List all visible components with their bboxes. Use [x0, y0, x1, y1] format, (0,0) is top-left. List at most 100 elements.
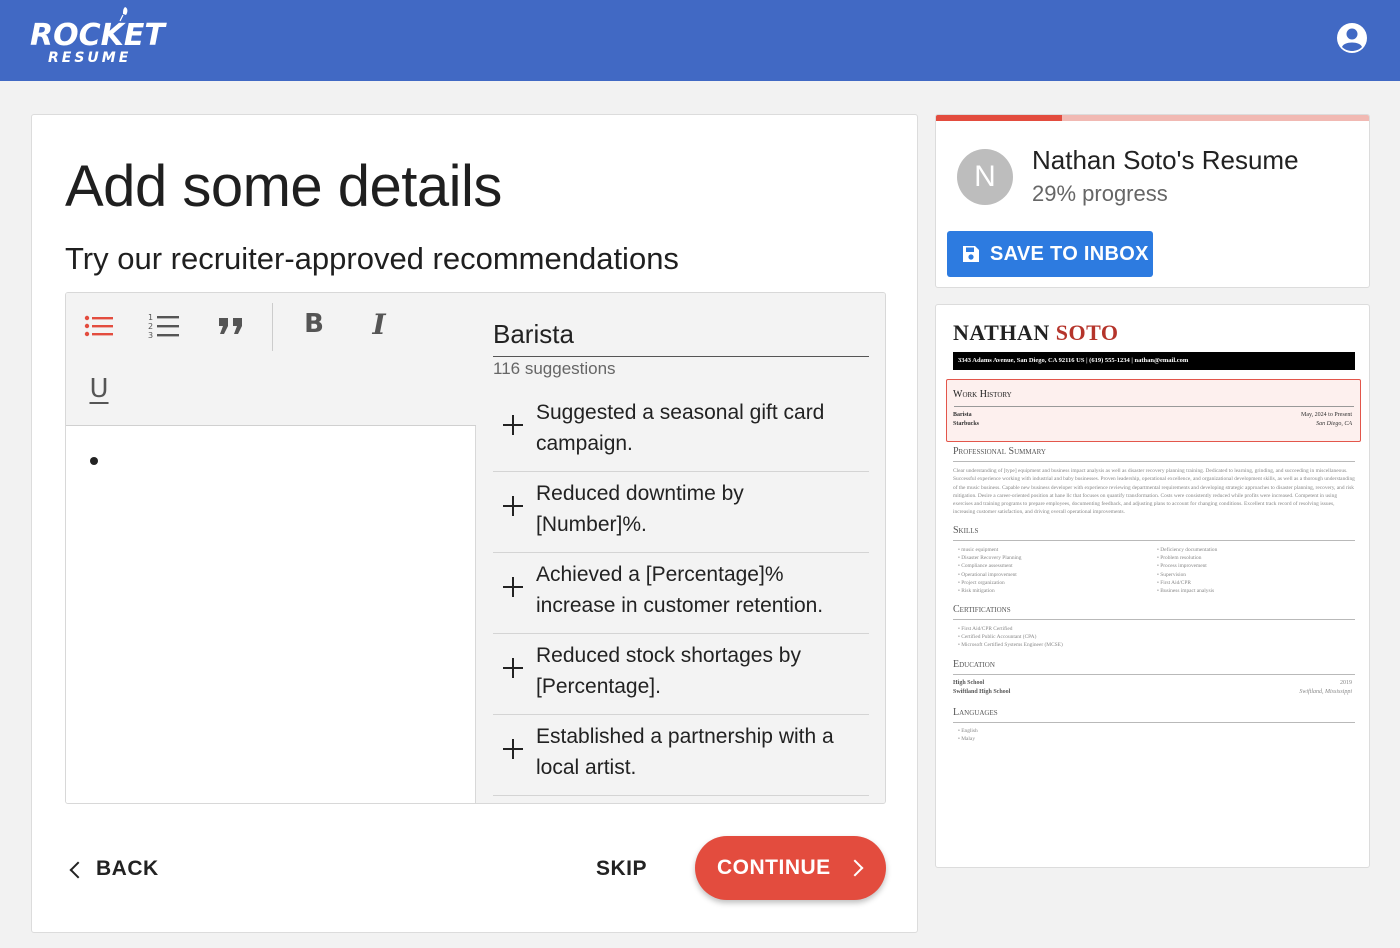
preview-name: NATHAN SOTO: [953, 320, 1118, 346]
continue-button[interactable]: CONTINUE: [695, 836, 886, 900]
page-title: Add some details: [65, 154, 502, 219]
preview-degree: High School: [953, 680, 985, 686]
save-icon: [963, 246, 979, 262]
suggestion-count: 116 suggestions: [493, 359, 616, 378]
preview-summary-title: Professional Summary: [953, 446, 1046, 457]
editor-pane: 1 2 3 B I U: [66, 293, 476, 803]
preview-school: Swiftland High School: [953, 689, 1011, 695]
resume-progress-text: 29% progress: [1032, 181, 1168, 206]
details-card: Add some details Try our recruiter-appro…: [31, 114, 918, 933]
preview-certification: Certified Public Accountant (CPA): [958, 633, 1063, 641]
bulleted-list-icon[interactable]: [80, 307, 118, 345]
account-circle-icon[interactable]: [1336, 22, 1368, 54]
svg-text:3: 3: [148, 331, 153, 340]
preview-education-year: 2019: [1340, 680, 1352, 686]
resume-progress-card: N Nathan Soto's Resume 29% progress SAVE…: [935, 114, 1370, 288]
continue-label: CONTINUE: [717, 856, 831, 879]
suggestion-text: Achieved a [Percentage]% increase in cus…: [536, 563, 824, 617]
suggestion-item[interactable]: Reduced stock shortages by [Percentage].: [493, 634, 869, 715]
preview-divider: [953, 619, 1355, 620]
rocket-resume-logo[interactable]: ROCKET RESUME: [30, 6, 165, 72]
suggestions-panel: Barista 116 suggestions Suggested a seas…: [477, 293, 885, 803]
preview-skill: music equipment: [958, 546, 1021, 554]
suggestion-text: Suggested a seasonal gift card campaign.: [536, 401, 825, 455]
preview-education-title: Education: [953, 659, 995, 670]
preview-certifications: First Aid/CPR Certified Certified Public…: [958, 625, 1063, 650]
progress-bar: [936, 115, 1369, 121]
preview-skill: Business impact analysis: [1157, 587, 1217, 595]
chevron-right-icon: [846, 859, 864, 877]
preview-skill: Problem resolution: [1157, 554, 1217, 562]
bullet-text-area[interactable]: [66, 427, 476, 803]
suggestion-item[interactable]: Established a partnership with a local a…: [493, 715, 869, 796]
bold-icon[interactable]: B: [295, 305, 333, 343]
suggestion-item[interactable]: Achieved a [Percentage]% increase in cus…: [493, 553, 869, 634]
preview-skill: Deficiency documentation: [1157, 546, 1217, 554]
skip-button[interactable]: SKIP: [596, 852, 647, 886]
preview-skills-title: Skills: [953, 525, 979, 536]
preview-skill: Operational improvement: [958, 571, 1021, 579]
progress-bar-fill: [936, 115, 1063, 121]
preview-first-name: NATHAN: [953, 320, 1050, 345]
preview-job-title: Barista: [953, 412, 972, 418]
back-button[interactable]: BACK: [69, 852, 159, 886]
suggestion-text: Reduced stock shortages by [Percentage].: [536, 644, 801, 698]
back-label: BACK: [96, 857, 159, 880]
suggestion-item[interactable]: Suggested a seasonal gift card campaign.: [493, 391, 869, 472]
svg-text:2: 2: [148, 322, 153, 331]
suggestion-list: Suggested a seasonal gift card campaign.…: [493, 391, 869, 796]
description-editor: 1 2 3 B I U Barista 116 suggestions Sugg…: [65, 292, 886, 804]
job-title-search-input[interactable]: Barista: [493, 313, 869, 357]
bullet-point: [90, 457, 98, 465]
preview-languages: English Malay: [958, 727, 978, 743]
preview-divider: [954, 406, 1354, 407]
italic-icon[interactable]: I: [360, 305, 398, 343]
resume-preview[interactable]: NATHAN SOTO 3343 Adams Avenue, San Diego…: [935, 304, 1370, 868]
plus-icon: [503, 496, 523, 516]
preview-divider: [953, 540, 1355, 541]
preview-languages-title: Languages: [953, 707, 998, 718]
preview-location: San Diego, CA: [1316, 421, 1352, 427]
preview-certifications-title: Certifications: [953, 604, 1011, 615]
top-bar: ROCKET RESUME: [0, 0, 1400, 81]
logo-text-rocket: ROCKET: [30, 18, 165, 53]
preview-dates: May, 2024 to Present: [1301, 412, 1352, 418]
preview-skill: Disaster Recovery Planning: [958, 554, 1021, 562]
plus-icon: [503, 415, 523, 435]
preview-skills-right: Deficiency documentation Problem resolut…: [1157, 546, 1217, 595]
preview-certification: First Aid/CPR Certified: [958, 625, 1063, 633]
preview-skill: Risk mitigation: [958, 587, 1021, 595]
plus-icon: [503, 658, 523, 678]
preview-language: English: [958, 727, 977, 735]
avatar: N: [957, 149, 1013, 205]
plus-icon: [503, 739, 523, 759]
preview-school-location: Swiftland, Mississippi: [1299, 689, 1352, 695]
editor-toolbar: 1 2 3 B I U: [66, 293, 476, 426]
preview-skill: Process improvement: [1157, 562, 1217, 570]
preview-divider: [953, 674, 1355, 675]
preview-language: Malay: [958, 735, 978, 743]
preview-work-history-title: Work History: [953, 389, 1012, 400]
logo-text-resume: RESUME: [48, 50, 132, 66]
suggestion-text: Reduced downtime by [Number]%.: [536, 482, 744, 536]
preview-skill: Compliance assessment: [958, 562, 1021, 570]
preview-divider: [953, 722, 1355, 723]
numbered-list-icon[interactable]: 1 2 3: [145, 307, 183, 345]
suggestion-item[interactable]: Reduced downtime by [Number]%.: [493, 472, 869, 553]
preview-contact-bar: 3343 Adams Avenue, San Diego, CA 92116 U…: [953, 352, 1355, 370]
preview-skills-left: music equipment Disaster Recovery Planni…: [958, 546, 1021, 595]
svg-text:1: 1: [148, 313, 153, 322]
preview-divider: [953, 461, 1355, 462]
preview-certification: Microsoft Certified Systems Engineer (MC…: [958, 641, 1063, 649]
resume-name: Nathan Soto's Resume: [1032, 145, 1299, 175]
preview-summary-text: Clear understanding of [type] equipment …: [953, 468, 1355, 516]
underline-icon[interactable]: U: [80, 370, 118, 408]
save-to-inbox-button[interactable]: SAVE TO INBOX: [947, 231, 1153, 277]
suggestion-text: Established a partnership with a local a…: [536, 725, 834, 779]
page-subtitle: Try our recruiter-approved recommendatio…: [65, 241, 679, 276]
plus-icon: [503, 577, 523, 597]
toolbar-divider: [272, 303, 273, 351]
quote-icon[interactable]: [212, 307, 250, 345]
chevron-left-icon: [69, 861, 87, 878]
preview-skill: First Aid/CPR: [1157, 579, 1217, 587]
